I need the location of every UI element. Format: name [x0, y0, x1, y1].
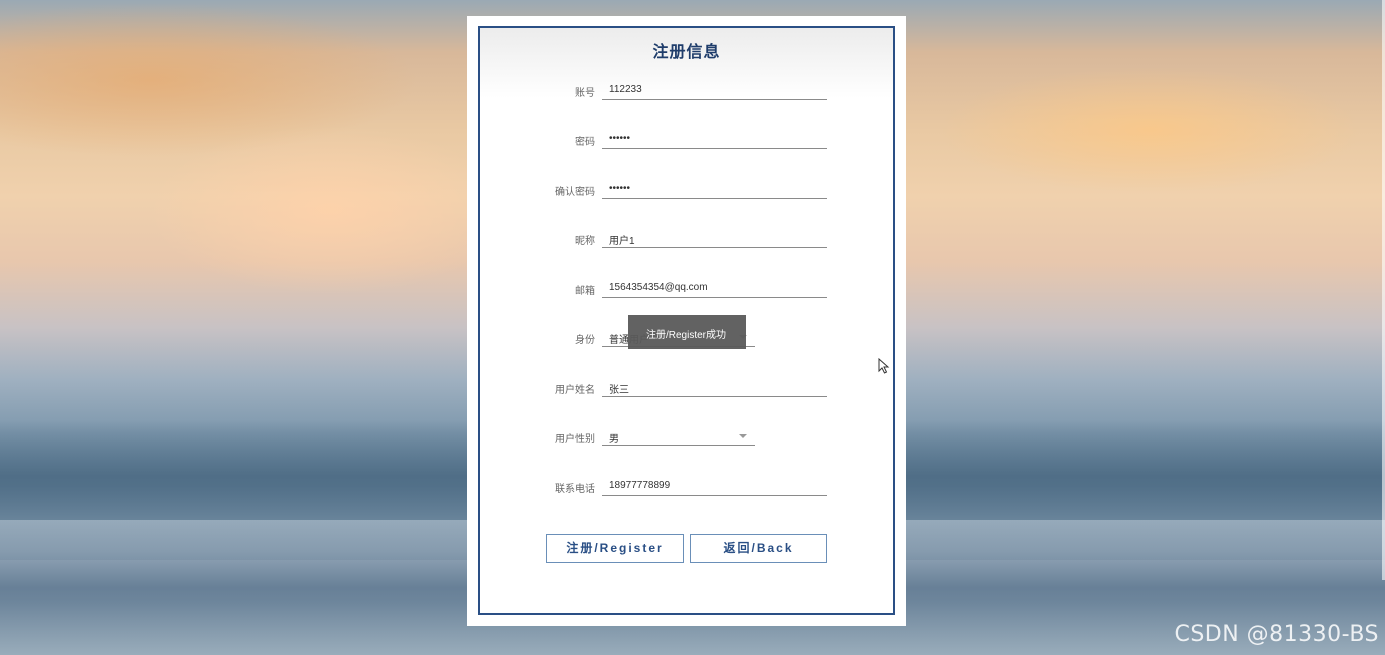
field-confirm-password: 确认密码 ••••••	[480, 175, 893, 203]
account-label: 账号	[575, 88, 595, 99]
success-toast: 注册/Register成功	[628, 315, 746, 349]
account-input[interactable]: 112233	[602, 76, 827, 100]
password-input[interactable]: ••••••	[602, 125, 827, 149]
field-email: 邮箱 1564354354@qq.com	[480, 274, 893, 302]
email-input[interactable]: 1564354354@qq.com	[602, 274, 827, 298]
nickname-input[interactable]: 用户1	[602, 224, 827, 248]
register-form-frame: 注册信息 账号 112233 密码 •••••• 确认密码 •••••• 昵称 …	[478, 26, 895, 615]
field-password: 密码 ••••••	[480, 125, 893, 153]
nickname-label: 昵称	[575, 236, 595, 247]
gender-select[interactable]: 男	[602, 422, 755, 446]
role-label: 身份	[575, 335, 595, 346]
confirm-password-label: 确认密码	[555, 187, 595, 198]
gender-label: 用户性别	[555, 434, 595, 445]
form-title: 注册信息	[652, 44, 721, 61]
field-account: 账号 112233	[480, 76, 893, 104]
field-real-name: 用户姓名 张三	[480, 373, 893, 401]
register-panel: 注册信息 账号 112233 密码 •••••• 确认密码 •••••• 昵称 …	[467, 16, 906, 626]
phone-input[interactable]: 18977778899	[602, 472, 827, 496]
mouse-cursor-icon	[878, 358, 890, 374]
field-phone: 联系电话 18977778899	[480, 472, 893, 500]
email-label: 邮箱	[575, 286, 595, 297]
real-name-input[interactable]: 张三	[602, 373, 827, 397]
watermark-text: CSDN @81330-BS	[1174, 622, 1379, 647]
password-label: 密码	[575, 137, 595, 148]
real-name-label: 用户姓名	[555, 385, 595, 396]
register-button[interactable]: 注册/Register	[546, 534, 684, 563]
phone-label: 联系电话	[555, 484, 595, 495]
gender-select-value: 男	[609, 434, 619, 445]
field-gender: 用户性别 男	[480, 422, 893, 450]
back-button[interactable]: 返回/Back	[690, 534, 827, 563]
field-nickname: 昵称 用户1	[480, 224, 893, 252]
chevron-down-icon	[739, 434, 747, 438]
confirm-password-input[interactable]: ••••••	[602, 175, 827, 199]
